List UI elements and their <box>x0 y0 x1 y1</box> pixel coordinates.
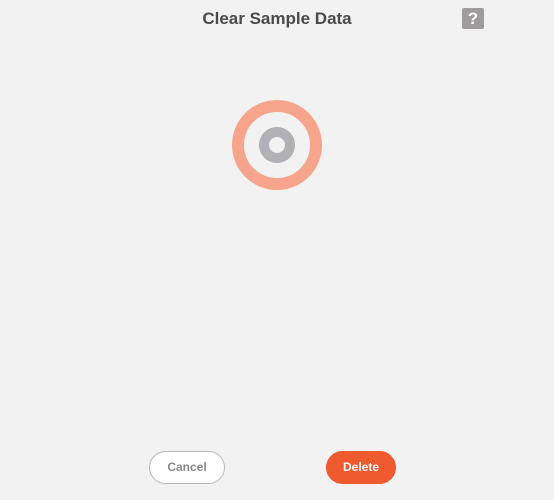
help-icon: ? <box>467 9 479 28</box>
loading-spinner-icon <box>232 100 322 190</box>
spinner-outer-ring <box>232 100 322 190</box>
help-button[interactable]: ? <box>462 8 484 29</box>
cancel-button[interactable]: Cancel <box>149 451 225 484</box>
spinner-inner-ring <box>259 127 295 163</box>
delete-button[interactable]: Delete <box>326 451 396 484</box>
clear-sample-data-dialog: Clear Sample Data ? Cancel Delete <box>0 0 554 500</box>
